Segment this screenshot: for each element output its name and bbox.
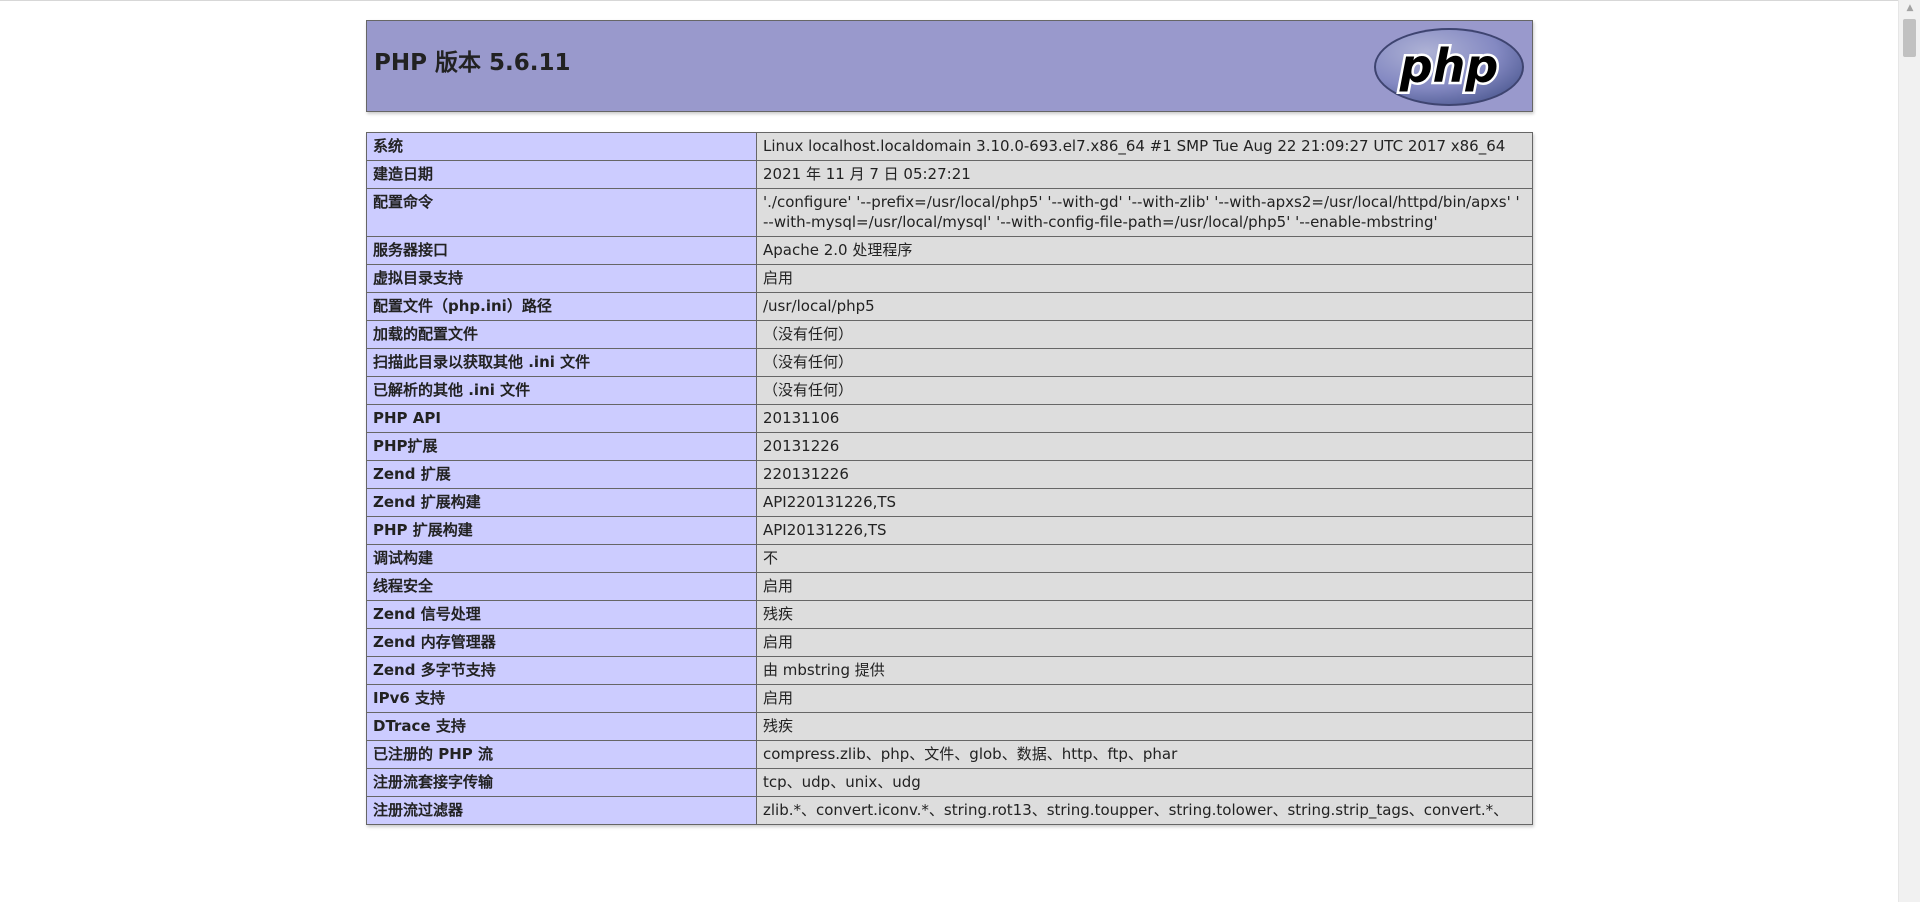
table-row: 建造日期 2021 年 11 月 7 日 05:27:21 xyxy=(366,160,1533,189)
table-row: 注册流套接字传输 tcp、udp、unix、udg xyxy=(366,768,1533,797)
scrollbar-thumb[interactable] xyxy=(1903,19,1916,57)
row-key: Zend 多字节支持 xyxy=(366,656,757,685)
table-row: Zend 扩展构建 API220131226,TS xyxy=(366,488,1533,517)
row-value: 启用 xyxy=(756,264,1533,293)
table-row: 加载的配置文件 （没有任何） xyxy=(366,320,1533,349)
row-key: 系统 xyxy=(366,132,757,161)
table-row: DTrace 支持 残疾 xyxy=(366,712,1533,741)
page-title: PHP 版本 5.6.11 xyxy=(374,50,571,76)
top-border xyxy=(0,0,1898,1)
row-value: './configure' '--prefix=/usr/local/php5'… xyxy=(756,188,1533,237)
table-row: IPv6 支持 启用 xyxy=(366,684,1533,713)
scroll-up-arrow-icon[interactable]: ▲ xyxy=(1899,0,1920,17)
table-row: 系统 Linux localhost.localdomain 3.10.0-693… xyxy=(366,132,1533,161)
info-table: 系统 Linux localhost.localdomain 3.10.0-693… xyxy=(366,132,1533,825)
table-row: Zend 扩展 220131226 xyxy=(366,460,1533,489)
php-logo-text: php xyxy=(1399,39,1499,93)
row-value: compress.zlib、php、文件、glob、数据、http、ftp、ph… xyxy=(756,740,1533,769)
row-value: Linux localhost.localdomain 3.10.0-693.e… xyxy=(756,132,1533,161)
row-value: 20131226 xyxy=(756,432,1533,461)
row-key: 虚拟目录支持 xyxy=(366,264,757,293)
row-key: Zend 扩展构建 xyxy=(366,488,757,517)
php-logo-icon: php php xyxy=(1374,28,1524,106)
row-key: 注册流过滤器 xyxy=(366,796,757,825)
row-key: 扫描此目录以获取其他 .ini 文件 xyxy=(366,348,757,377)
row-key: 服务器接口 xyxy=(366,236,757,265)
row-key: 线程安全 xyxy=(366,572,757,601)
row-value: 不 xyxy=(756,544,1533,573)
table-row: PHP扩展 20131226 xyxy=(366,432,1533,461)
phpinfo-container: PHP 版本 5.6.11 php php 系统 Linux localhost.… xyxy=(366,20,1533,825)
row-value: （没有任何） xyxy=(756,320,1533,349)
row-key: DTrace 支持 xyxy=(366,712,757,741)
row-key: 加载的配置文件 xyxy=(366,320,757,349)
table-row: Zend 多字节支持由 mbstring 提供 xyxy=(366,656,1533,685)
row-value: tcp、udp、unix、udg xyxy=(756,768,1533,797)
table-row: 配置文件（php.ini）路径/usr/local/php5 xyxy=(366,292,1533,321)
row-value: 启用 xyxy=(756,572,1533,601)
row-key: Zend 内存管理器 xyxy=(366,628,757,657)
row-value: （没有任何） xyxy=(756,348,1533,377)
row-value: zlib.*、convert.iconv.*、string.rot13、stri… xyxy=(756,796,1533,825)
row-key: 注册流套接字传输 xyxy=(366,768,757,797)
row-value: （没有任何） xyxy=(756,376,1533,405)
table-row: 注册流过滤器 zlib.*、convert.iconv.*、string.rot1… xyxy=(366,796,1533,825)
row-key: 已解析的其他 .ini 文件 xyxy=(366,376,757,405)
table-row: 扫描此目录以获取其他 .ini 文件 （没有任何） xyxy=(366,348,1533,377)
row-value: 220131226 xyxy=(756,460,1533,489)
row-value: 启用 xyxy=(756,628,1533,657)
row-value: /usr/local/php5 xyxy=(756,292,1533,321)
row-value: Apache 2.0 处理程序 xyxy=(756,236,1533,265)
row-key: PHP 扩展构建 xyxy=(366,516,757,545)
row-key: 配置命令 xyxy=(366,188,757,237)
row-key: Zend 信号处理 xyxy=(366,600,757,629)
row-key: PHP API xyxy=(366,404,757,433)
table-row: 已注册的 PHP 流 compress.zlib、php、文件、glob、数据、h… xyxy=(366,740,1533,769)
row-value: 20131106 xyxy=(756,404,1533,433)
table-row: 线程安全 启用 xyxy=(366,572,1533,601)
row-value: API20131226,TS xyxy=(756,516,1533,545)
vertical-scrollbar[interactable]: ▲ xyxy=(1898,0,1920,902)
row-key: 建造日期 xyxy=(366,160,757,189)
row-key: PHP扩展 xyxy=(366,432,757,461)
phpinfo-header: PHP 版本 5.6.11 php php xyxy=(366,20,1533,112)
row-value: API220131226,TS xyxy=(756,488,1533,517)
table-row: 调试构建不 xyxy=(366,544,1533,573)
row-value: 由 mbstring 提供 xyxy=(756,656,1533,685)
table-row: 已解析的其他 .ini 文件 （没有任何） xyxy=(366,376,1533,405)
page: PHP 版本 5.6.11 php php 系统 Linux localhost.… xyxy=(0,0,1920,902)
table-row: 虚拟目录支持 启用 xyxy=(366,264,1533,293)
row-value: 启用 xyxy=(756,684,1533,713)
row-key: 调试构建 xyxy=(366,544,757,573)
table-row: 配置命令 './configure' '--prefix=/usr/local/p… xyxy=(366,188,1533,237)
row-key: IPv6 支持 xyxy=(366,684,757,713)
table-row: PHP 扩展构建 API20131226,TS xyxy=(366,516,1533,545)
table-row: PHP API 20131106 xyxy=(366,404,1533,433)
row-key: Zend 扩展 xyxy=(366,460,757,489)
row-value: 残疾 xyxy=(756,600,1533,629)
table-row: 服务器接口 Apache 2.0 处理程序 xyxy=(366,236,1533,265)
row-value: 残疾 xyxy=(756,712,1533,741)
row-value: 2021 年 11 月 7 日 05:27:21 xyxy=(756,160,1533,189)
row-key: 已注册的 PHP 流 xyxy=(366,740,757,769)
table-row: Zend 内存管理器 启用 xyxy=(366,628,1533,657)
row-key: 配置文件（php.ini）路径 xyxy=(366,292,757,321)
table-row: Zend 信号处理 残疾 xyxy=(366,600,1533,629)
